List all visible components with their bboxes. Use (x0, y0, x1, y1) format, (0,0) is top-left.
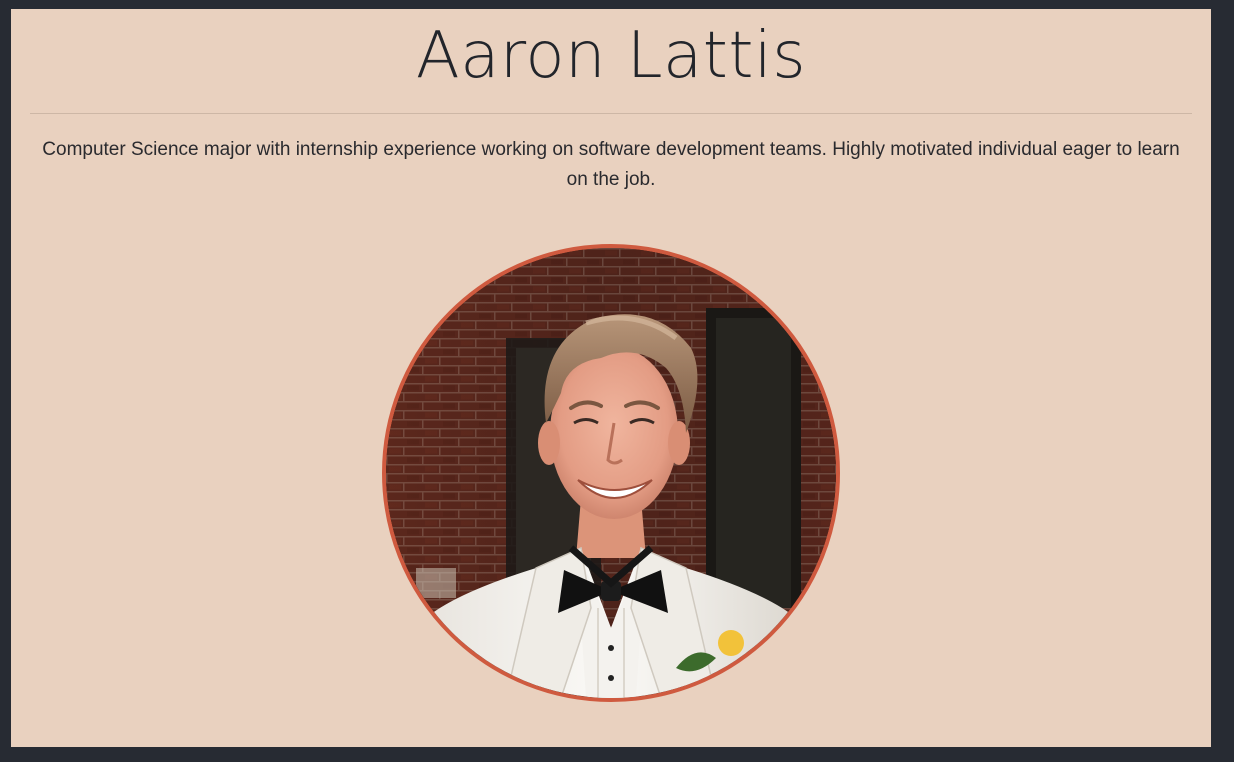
portrait-illustration (386, 248, 836, 698)
page-title: Aaron Lattis (415, 19, 807, 93)
divider (30, 113, 1192, 114)
bio-text: Computer Science major with internship e… (42, 139, 1180, 190)
profile-page: Aaron Lattis Computer Science major with… (11, 9, 1211, 747)
profile-photo (382, 244, 840, 702)
